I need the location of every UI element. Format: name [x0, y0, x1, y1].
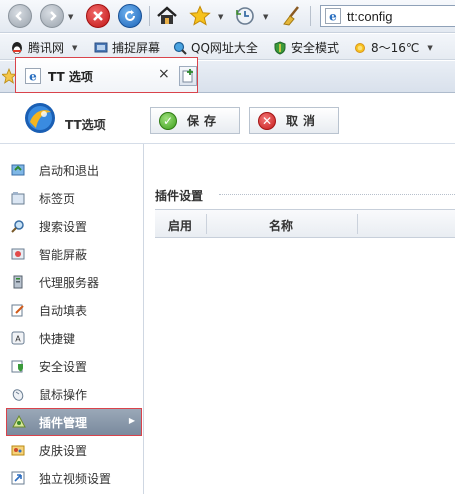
qq-icon [12, 41, 22, 54]
sidebar-item-plugins[interactable]: 插件管理 ▶ [6, 408, 142, 436]
ie-page-icon: e [325, 8, 341, 24]
section-divider [219, 194, 455, 195]
toolbar-separator [310, 6, 311, 26]
toolbar-separator [149, 6, 150, 26]
chevron-down-icon[interactable]: ▼ [427, 44, 432, 52]
sidebar-item-mouse[interactable]: 鼠标操作 [0, 380, 143, 408]
svg-text:e: e [29, 70, 37, 84]
weather-sun-icon [355, 42, 365, 53]
save-label: 保存 [187, 114, 222, 128]
broom-icon [283, 6, 299, 26]
tabs-icon [11, 192, 25, 205]
tab-tt-options[interactable]: e TT 选项 × [15, 57, 198, 93]
cancel-button[interactable]: ✕ 取消 [249, 107, 339, 134]
favorites-dropdown[interactable]: ▼ [218, 13, 223, 21]
clock-icon [236, 7, 254, 25]
back-button[interactable] [8, 4, 32, 28]
history-button[interactable] [233, 4, 257, 28]
star-icon [189, 5, 211, 26]
video-icon [11, 471, 25, 485]
autofill-icon [11, 304, 24, 317]
plugin-table-header: 启用 名称 [155, 209, 455, 238]
stop-button[interactable] [86, 4, 110, 28]
sidebar-item-video[interactable]: 独立视频设置 [0, 464, 143, 492]
skin-icon [11, 445, 25, 456]
arrow-right-icon [50, 11, 57, 21]
favorite-star-icon[interactable] [2, 68, 16, 84]
page-title: TT选项 [65, 118, 106, 132]
sidebar-item-smart-block[interactable]: 智能屏蔽 [0, 240, 143, 268]
fav-item-safe-mode[interactable]: 安全模式 [273, 39, 339, 56]
sidebar-item-proxy[interactable]: 代理服务器 [0, 268, 143, 296]
address-bar[interactable]: e tt:config [320, 5, 455, 27]
section-title: 插件设置 [155, 189, 204, 203]
block-icon [11, 248, 25, 260]
fav-item-tencent[interactable]: 腾讯网 ▼ [10, 39, 77, 56]
svg-text:A: A [15, 335, 21, 344]
screenshot-icon [94, 42, 108, 52]
close-icon: ✕ [258, 111, 276, 130]
home-button[interactable] [155, 4, 179, 28]
sidebar-item-startup-exit[interactable]: 启动和退出 [0, 156, 143, 184]
refresh-icon [125, 10, 135, 21]
qq-search-icon [173, 41, 187, 55]
hotkey-icon: A [11, 331, 25, 345]
fav-item-weather[interactable]: 8～16℃ ▼ [353, 39, 433, 56]
favorites-button[interactable] [188, 4, 212, 28]
chevron-right-icon: ▶ [128, 416, 135, 425]
cancel-label: 取消 [286, 114, 321, 128]
plugin-table-body [155, 239, 455, 494]
close-tab-button[interactable]: × [158, 66, 170, 82]
svg-text:e: e [329, 10, 337, 24]
tt-logo-icon [25, 103, 55, 133]
startup-exit-icon [11, 164, 25, 176]
plugin-icon [12, 415, 26, 428]
ie-page-icon: e [25, 68, 41, 84]
column-header-name[interactable]: 名称 [269, 217, 293, 234]
new-tab-button[interactable] [179, 66, 197, 86]
column-divider[interactable] [206, 214, 207, 234]
browser-toolbar: ▼ ▼ ▼ e tt:config [0, 0, 455, 33]
mouse-icon [12, 389, 24, 401]
sidebar-item-autofill[interactable]: 自动填表 [0, 296, 143, 324]
history-dropdown[interactable]: ▼ [263, 13, 268, 21]
fav-item-qq-directory[interactable]: QQ网址大全 [173, 39, 258, 56]
save-button[interactable]: ✓ 保存 [150, 107, 240, 134]
tab-title: TT 选项 [48, 70, 93, 84]
close-icon [93, 11, 103, 21]
refresh-button[interactable] [118, 4, 142, 28]
clear-traces-button[interactable] [279, 4, 303, 28]
sidebar-item-tabs[interactable]: 标签页 [0, 184, 143, 212]
fav-item-screenshot[interactable]: 捕捉屏幕 [94, 39, 160, 56]
sidebar-item-security[interactable]: 安全设置 [0, 352, 143, 380]
home-icon [157, 6, 177, 24]
plus-icon [182, 69, 193, 83]
arrow-left-icon [15, 11, 22, 21]
sidebar-item-search[interactable]: 搜索设置 [0, 212, 143, 240]
back-history-dropdown[interactable]: ▼ [68, 13, 73, 21]
sidebar-item-hotkey[interactable]: A 快捷键 [0, 324, 143, 352]
shield-icon [274, 40, 286, 55]
sidebar-item-skin[interactable]: 皮肤设置 [0, 436, 143, 464]
chevron-down-icon[interactable]: ▼ [72, 44, 77, 52]
forward-button[interactable] [40, 4, 64, 28]
security-icon [11, 360, 23, 373]
column-header-enabled[interactable]: 启用 [168, 217, 192, 234]
check-icon: ✓ [159, 111, 177, 130]
address-text: tt:config [347, 8, 393, 24]
search-icon [11, 220, 24, 233]
proxy-server-icon [13, 275, 23, 289]
options-sidebar: 启动和退出 标签页 搜索设置 智能屏蔽 代理服务器 自动填表 A 快捷键 安全设… [0, 144, 144, 494]
column-divider[interactable] [357, 214, 358, 234]
